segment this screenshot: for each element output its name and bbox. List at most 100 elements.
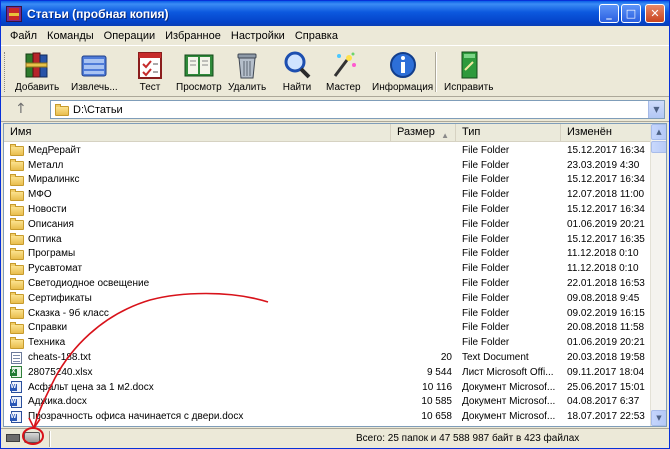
column-size-header[interactable]: Размер ▲ <box>391 124 456 142</box>
file-type: File Folder <box>462 278 510 290</box>
file-name: Аджика.docx <box>28 396 87 408</box>
file-name: МедРерайт <box>28 144 81 156</box>
table-row[interactable]: W Аджика.docx 10 585 Документ Microsof... 04… <box>4 395 651 410</box>
file-name-cell: Програмы <box>4 247 391 260</box>
wizard-button[interactable]: Мастер <box>326 50 361 96</box>
close-button[interactable]: ✕ <box>645 4 665 23</box>
path-dropdown-button[interactable]: ▼ <box>648 101 664 118</box>
up-folder-button[interactable]: ↑ <box>15 101 27 117</box>
table-row[interactable]: X 28075240.xlsx 9 544 Лист Microsoft Offi..… <box>4 365 651 380</box>
menu-operations[interactable]: Операции <box>99 30 160 42</box>
menu-help[interactable]: Справка <box>290 30 343 42</box>
maximize-button[interactable]: □ <box>621 4 641 23</box>
scroll-down-button[interactable]: ▼ <box>651 410 666 426</box>
column-name-header[interactable]: Имя <box>4 124 391 142</box>
word-file-icon: W <box>10 381 24 394</box>
winrar-app-icon[interactable] <box>6 5 22 22</box>
scroll-up-button[interactable]: ▲ <box>651 124 666 140</box>
file-rows: МедРерайт File Folder 15.12.2017 16:34 Мета… <box>4 143 651 424</box>
menu-settings[interactable]: Настройки <box>226 30 290 42</box>
drive-icon[interactable] <box>24 432 40 443</box>
folder-icon <box>10 262 24 275</box>
title-bar[interactable]: Статьи (пробная копия) _ □ ✕ <box>1 1 669 26</box>
table-row[interactable]: W Асфальт цена за 1 м2.docx 10 116 Документ… <box>4 380 651 395</box>
folder-icon <box>10 188 24 201</box>
file-type: File Folder <box>462 189 510 201</box>
table-row[interactable]: Миралинкс File Folder 15.12.2017 16:34 <box>4 173 651 188</box>
folder-icon <box>55 104 69 116</box>
file-name: Новости <box>28 204 67 216</box>
file-name-cell: W Аджика.docx <box>4 395 391 408</box>
table-row[interactable]: Русавтомат File Folder 11.12.2018 0:10 <box>4 261 651 276</box>
table-row[interactable]: Описания File Folder 01.06.2019 20:21 <box>4 217 651 232</box>
file-modified: 01.06.2019 20:21 <box>567 337 645 349</box>
file-name-cell: МФО <box>4 188 391 201</box>
toolbar-grip[interactable] <box>4 52 7 92</box>
table-row[interactable]: Сказка - 9б класс File Folder 09.02.2019 1… <box>4 306 651 321</box>
extract-label: Извлечь... <box>71 82 118 93</box>
table-row[interactable]: Светодиодное освещение File Folder 22.01.2… <box>4 276 651 291</box>
file-name: Металл <box>28 159 64 171</box>
table-row[interactable]: Справки File Folder 20.08.2018 11:58 <box>4 321 651 336</box>
file-name-cell: Новости <box>4 203 391 216</box>
file-modified: 01.06.2019 20:21 <box>567 218 645 230</box>
file-modified: 20.03.2018 19:58 <box>567 352 645 364</box>
folder-icon <box>10 144 24 157</box>
path-field[interactable]: D:\Статьи ▼ <box>50 100 665 119</box>
table-row[interactable]: Новости File Folder 15.12.2017 16:34 <box>4 202 651 217</box>
file-name: Сертификаты <box>28 292 92 304</box>
folder-icon <box>10 277 24 290</box>
file-name: Оптика <box>28 233 62 245</box>
add-button[interactable]: Добавить <box>15 50 59 96</box>
column-size-label: Размер <box>397 126 435 138</box>
table-row[interactable]: W Прозрачность офиса начинается с двери.d… <box>4 409 651 424</box>
find-button[interactable]: Найти <box>281 50 313 96</box>
info-button[interactable]: Информация <box>372 50 433 96</box>
word-file-icon: W <box>10 410 24 423</box>
menu-file[interactable]: Файл <box>5 30 42 42</box>
table-row[interactable]: Оптика File Folder 15.12.2017 16:35 <box>4 232 651 247</box>
file-size: 9 544 <box>426 366 452 378</box>
file-modified: 15.12.2017 16:34 <box>567 204 645 216</box>
file-name-cell: Описания <box>4 218 391 231</box>
delete-button[interactable]: Удалить <box>228 50 266 96</box>
table-row[interactable]: cheats-188.txt 20 Text Document 20.03.2018 … <box>4 350 651 365</box>
view-button[interactable]: Просмотр <box>176 50 222 96</box>
file-name-cell: X 28075240.xlsx <box>4 366 391 379</box>
menu-favorites[interactable]: Избранное <box>160 30 226 42</box>
table-row[interactable]: МФО File Folder 12.07.2018 11:00 <box>4 187 651 202</box>
table-row[interactable]: Програмы File Folder 11.12.2018 0:10 <box>4 247 651 262</box>
table-row[interactable]: Сертификаты File Folder 09.08.2018 9:45 <box>4 291 651 306</box>
file-modified: 25.06.2017 15:01 <box>567 381 645 393</box>
file-type: Лист Microsoft Offi... <box>462 366 554 378</box>
menu-commands[interactable]: Команды <box>42 30 99 42</box>
test-button[interactable]: Тест <box>134 50 166 96</box>
file-name-cell: Металл <box>4 159 391 172</box>
file-modified: 11.12.2018 0:10 <box>567 248 639 260</box>
table-row[interactable]: Техника File Folder 01.06.2019 20:21 <box>4 335 651 350</box>
file-name-cell: W Прозрачность офиса начинается с двери.d… <box>4 410 391 423</box>
file-name-cell: Русавтомат <box>4 262 391 275</box>
column-modified-label: Изменён <box>567 126 612 138</box>
table-row[interactable]: Металл File Folder 23.03.2019 4:30 <box>4 158 651 173</box>
table-row[interactable]: МедРерайт File Folder 15.12.2017 16:34 <box>4 143 651 158</box>
scroll-thumb[interactable] <box>651 141 666 153</box>
file-modified: 09.08.2018 9:45 <box>567 292 640 304</box>
file-name: МФО <box>28 189 52 201</box>
magnifier-icon <box>281 50 313 80</box>
minimize-button[interactable]: _ <box>599 4 619 23</box>
column-type-header[interactable]: Тип <box>456 124 561 142</box>
file-list: Имя Размер ▲ Тип Изменён МедРерайт File F… <box>3 123 667 427</box>
column-modified-header[interactable]: Изменён <box>561 124 651 142</box>
vertical-scrollbar[interactable]: ▲ ▼ <box>650 124 666 426</box>
extract-folder-icon <box>78 50 110 80</box>
repair-button[interactable]: Исправить <box>444 50 493 96</box>
trash-can-icon <box>231 50 263 80</box>
file-name: 28075240.xlsx <box>28 366 93 378</box>
file-type: File Folder <box>462 337 510 349</box>
wizard-label: Мастер <box>326 82 361 93</box>
file-type: File Folder <box>462 144 510 156</box>
extract-button[interactable]: Извлечь... <box>71 50 118 96</box>
folder-icon <box>10 307 24 320</box>
key-icon[interactable] <box>6 434 20 442</box>
